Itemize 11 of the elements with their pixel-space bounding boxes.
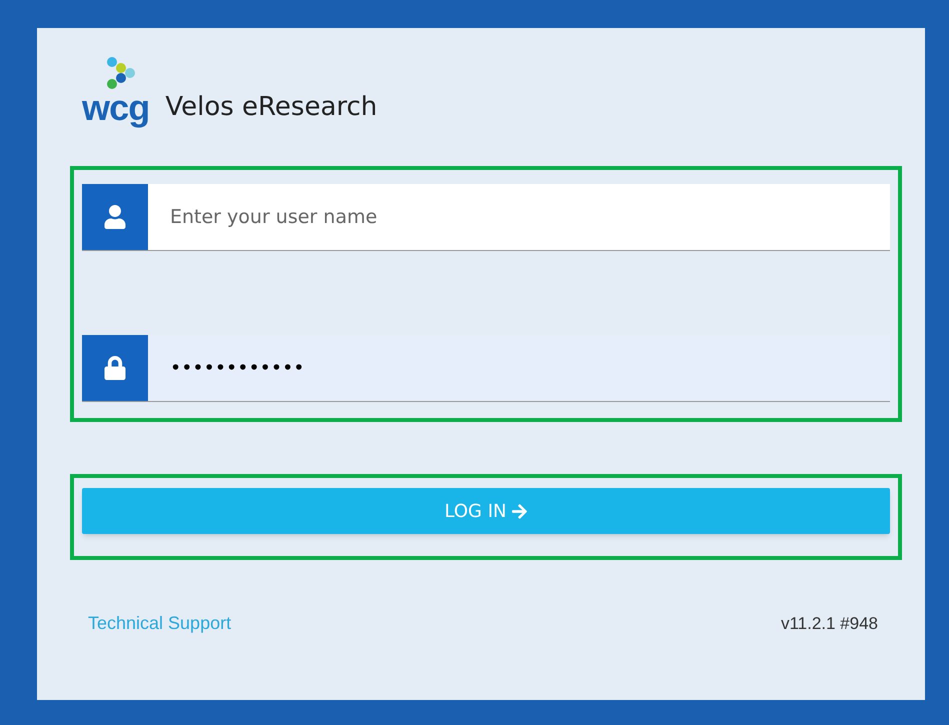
product-title: Velos eResearch	[165, 91, 378, 124]
version-text: v11.2.1 #948	[780, 612, 878, 635]
login-button[interactable]: LOG IN	[82, 488, 890, 534]
lock-icon	[103, 356, 127, 380]
technical-support-link[interactable]: Technical Support	[88, 610, 232, 637]
user-icon	[103, 205, 127, 229]
arrow-icon	[510, 502, 528, 520]
logo-text: wcg	[82, 90, 150, 126]
logo-icon	[104, 56, 138, 90]
username-field[interactable]: Enter your user name	[148, 184, 890, 250]
password-field[interactable]: ••••••••••••	[148, 335, 890, 401]
